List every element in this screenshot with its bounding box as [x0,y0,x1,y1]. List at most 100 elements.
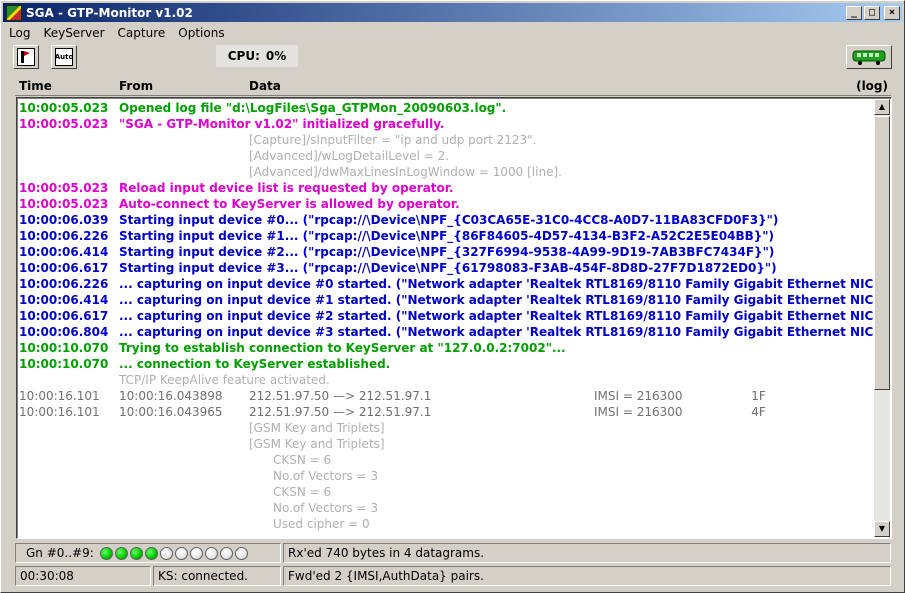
log-row[interactable]: [GSM Key and Triplets] [19,421,874,437]
menu-bar: Log KeyServer Capture Options [3,24,231,42]
log-row[interactable]: [Capture]/sInputFilter = "ip and udp por… [19,133,874,149]
toolbar: Auto CPU: 0% [3,43,902,73]
scroll-down-button[interactable]: ▼ [874,521,890,537]
scroll-up-button[interactable]: ▲ [874,99,890,115]
connection-button[interactable] [846,45,892,69]
log-data: Auto-connect to KeyServer is allowed by … [119,197,460,211]
filter-button[interactable] [13,45,39,69]
gn-led-0 [99,546,113,560]
column-log: (log) [856,79,888,93]
menu-capture[interactable]: Capture [111,26,172,40]
menu-log[interactable]: Log [3,26,36,40]
log-data: [Capture]/sInputFilter = "ip and udp por… [249,133,537,147]
log-data: 212.51.97.50 —> 212.51.97.1 [249,405,432,419]
app-icon [6,4,22,21]
log-row[interactable]: CKSN = 6 [19,485,874,501]
log-row[interactable]: 10:00:06.226 ... capturing on input devic… [19,277,874,293]
log-row[interactable]: [Advanced]/wLogDetailLevel = 2. [19,149,874,165]
log-time: 10:00:05.023 [19,197,109,211]
gn-led-4 [159,546,173,560]
log-time: 10:00:06.039 [19,213,109,227]
log-from: 10:00:16.043898 [119,389,223,403]
log-data: No.of Vectors = 3 [273,469,379,483]
log-data: [GSM Key and Triplets] [249,421,385,435]
log-row[interactable]: 10:00:06.414 Starting input device #2... … [19,245,874,261]
log-row[interactable]: TCP/IP KeepAlive feature activated. [19,373,874,389]
log-row[interactable]: Used cipher = 0 [19,517,874,533]
log-row[interactable]: 10:00:06.804 ... capturing on input devic… [19,325,874,341]
menu-options[interactable]: Options [171,26,230,40]
log-data: Trying to establish connection to KeySer… [119,341,566,355]
maximize-button[interactable]: □ [864,5,880,20]
log-data: Starting input device #0... ("rpcap://\D… [119,213,779,227]
log-time: 10:00:16.101 [19,405,100,419]
minimize-button[interactable]: _ [846,5,862,20]
gn-label: Gn #0..#9: [26,546,94,560]
log-data: ... capturing on input device #3 started… [119,325,874,339]
log-row[interactable]: 10:00:16.101 10:00:16.043898 212.51.97.50 … [19,389,874,405]
log-data: No.of Vectors = 3 [273,501,379,515]
gn-led-1 [114,546,128,560]
column-data[interactable]: Data [249,79,281,93]
column-time[interactable]: Time [19,79,52,93]
elapsed-panel: 00:30:08 [15,566,151,586]
elapsed-time: 00:30:08 [20,569,74,583]
title-bar[interactable]: SGA - GTP-Monitor v1.02 _ □ × [3,3,902,22]
gn-led-7 [204,546,218,560]
log-time: 10:00:06.226 [19,277,109,291]
cpu-label: CPU: [227,49,260,63]
log-time: 10:00:06.617 [19,309,109,323]
cpu-indicator: CPU: 0% [216,45,298,67]
gn-led-3 [144,546,158,560]
log-data: Starting input device #3... ("rpcap://\D… [119,261,777,275]
log-data: CKSN = 6 [273,453,332,467]
ks-status: KS: connected. [158,569,248,583]
rx-text: Rx'ed 740 bytes in 4 datagrams. [288,546,485,560]
log-rows: 10:00:05.023 Opened log file "d:\LogFiles… [19,101,874,533]
log-row[interactable]: No.of Vectors = 3 [19,469,874,485]
log-row[interactable]: 10:00:06.617 ... capturing on input devic… [19,309,874,325]
log-time: 10:00:10.070 [19,341,109,355]
log-row[interactable]: 10:00:05.023 Reload input device list is … [19,181,874,197]
log-row[interactable]: 10:00:10.070 Trying to establish connecti… [19,341,874,357]
log-column-header: Time From Data (log) [15,78,891,96]
column-from[interactable]: From [119,79,153,93]
log-list[interactable]: 10:00:05.023 Opened log file "d:\LogFiles… [16,97,892,539]
main-window: SGA - GTP-Monitor v1.02 _ □ × Log KeySer… [0,0,905,593]
close-button[interactable]: × [884,5,900,20]
log-row[interactable]: 10:00:06.617 Starting input device #3... … [19,261,874,277]
log-row[interactable]: 10:00:10.070 ... connection to KeyServer … [19,357,874,373]
log-data: 212.51.97.50 —> 212.51.97.1 [249,389,432,403]
scroll-thumb[interactable] [874,116,890,390]
auto-scroll-button[interactable]: Auto [51,45,77,69]
log-time: 10:00:06.804 [19,325,109,339]
log-row[interactable]: 10:00:06.039 Starting input device #0... … [19,213,874,229]
log-data: [Advanced]/dwMaxLinesInLogWindow = 1000 … [249,165,562,179]
menu-keyserver[interactable]: KeyServer [36,26,110,40]
log-time: 10:00:06.617 [19,261,109,275]
log-data: Starting input device #2... ("rpcap://\D… [119,245,775,259]
log-row[interactable]: 10:00:06.414 ... capturing on input devic… [19,293,874,309]
log-data: ... capturing on input device #0 started… [119,277,874,291]
gn-led-6 [189,546,203,560]
log-time: 10:00:05.023 [19,101,109,115]
gn-led-9 [234,546,248,560]
auto-label: Auto [54,53,74,61]
log-row[interactable]: 10:00:05.023 "SGA - GTP-Monitor v1.02" in… [19,117,874,133]
log-row[interactable]: 10:00:05.023 Opened log file "d:\LogFiles… [19,101,874,117]
train-icon [852,50,886,65]
filter-icon [17,48,35,66]
log-row[interactable]: 10:00:05.023 Auto-connect to KeyServer is… [19,197,874,213]
log-row[interactable]: CKSN = 6 [19,453,874,469]
log-row[interactable]: No.of Vectors = 3 [19,501,874,517]
log-row[interactable]: [GSM Key and Triplets] [19,437,874,453]
log-row[interactable]: 10:00:16.101 10:00:16.043965 212.51.97.50 … [19,405,874,421]
fwd-panel: Fwd'ed 2 {IMSI,AuthData} pairs. [283,566,891,586]
log-row[interactable]: 10:00:06.226 Starting input device #1... … [19,229,874,245]
gn-led-2 [129,546,143,560]
log-data: TCP/IP KeepAlive feature activated. [119,373,330,387]
log-row[interactable]: [Advanced]/dwMaxLinesInLogWindow = 1000 … [19,165,874,181]
log-time: 10:00:06.414 [19,245,109,259]
vertical-scrollbar[interactable]: ▲ ▼ [874,99,890,537]
log-data: CKSN = 6 [273,485,332,499]
